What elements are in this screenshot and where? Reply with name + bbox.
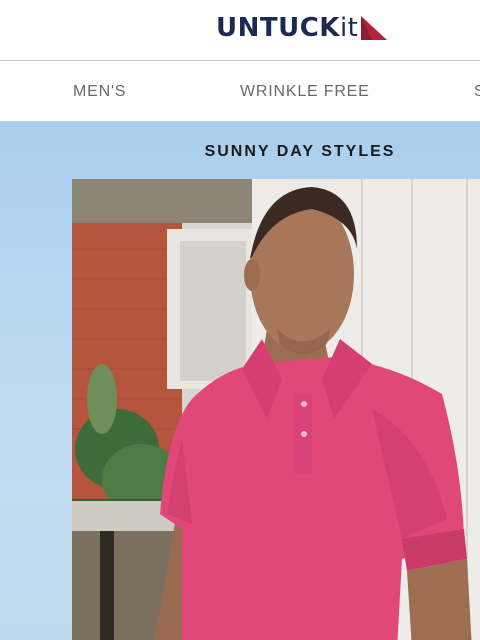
hero-title: SUNNY DAY STYLES: [204, 143, 396, 160]
nav-item-mens[interactable]: MEN'S: [73, 61, 126, 121]
brand-logo[interactable]: UNTUCKit: [216, 12, 388, 44]
category-nav: MEN'S WRINKLE FREE S: [0, 61, 480, 121]
site-header: UNTUCKit: [0, 0, 480, 61]
hero-banner[interactable]: SUNNY DAY STYLES: [0, 121, 480, 640]
nav-item-next[interactable]: S: [474, 61, 480, 121]
red-triangle-flag-icon: [361, 16, 388, 40]
logo-lower: it: [339, 13, 359, 43]
nav-item-wrinkle-free[interactable]: WRINKLE FREE: [240, 61, 370, 121]
hero-photo-man-in-polo[interactable]: [72, 179, 480, 640]
logo-wordmark: UNTUCKit: [216, 12, 358, 44]
logo-upper: UNTUCK: [216, 13, 340, 43]
